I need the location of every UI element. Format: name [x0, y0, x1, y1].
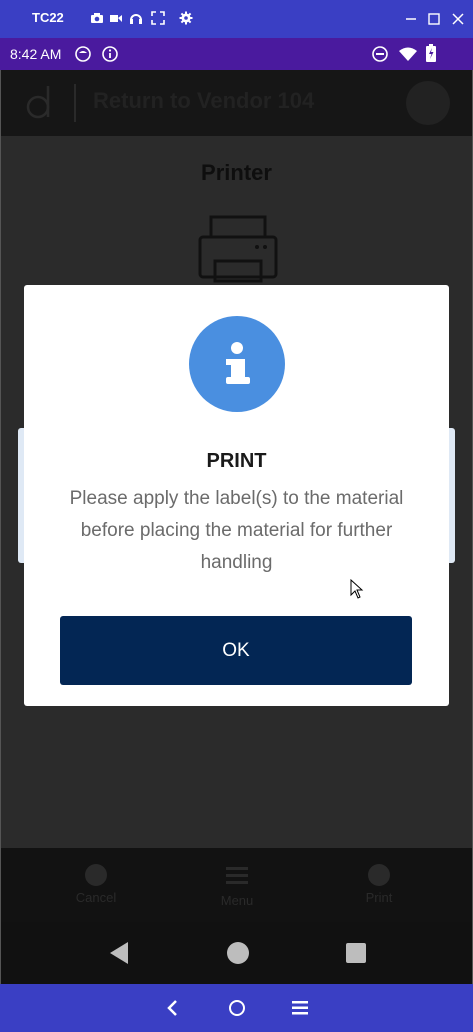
card-edge-right	[449, 428, 455, 563]
maximize-icon[interactable]	[426, 11, 442, 27]
dialog-message: Please apply the label(s) to the materia…	[69, 488, 404, 573]
emulator-title-bar: TC22	[0, 0, 473, 38]
page-title: Return to Vendor 104	[93, 88, 315, 113]
print-dialog: PRINT Please apply the label(s) to the m…	[24, 285, 449, 706]
logo-icon	[25, 84, 55, 125]
bottom-nav: Cancel Menu Print	[1, 848, 472, 922]
app-header: Return to Vendor 104	[1, 70, 472, 136]
header-divider	[74, 84, 76, 122]
status-time: 8:42 AM	[10, 46, 62, 62]
back-chevron-icon[interactable]	[166, 999, 180, 1022]
ok-button[interactable]: OK	[60, 616, 412, 685]
fullscreen-icon[interactable]	[151, 11, 165, 25]
emulator-bottom-bar	[0, 984, 473, 1032]
home-circle-icon[interactable]	[226, 941, 250, 970]
menu-icon[interactable]	[291, 1000, 309, 1021]
dialog-title: PRINT	[206, 450, 267, 472]
close-icon[interactable]	[450, 11, 466, 27]
menu-icon	[226, 866, 248, 887]
print-label: Print	[365, 890, 393, 905]
headphones-icon[interactable]	[129, 11, 143, 25]
printer-icon	[197, 213, 279, 290]
camera-icon[interactable]	[90, 11, 104, 25]
battery-icon	[426, 44, 436, 67]
cancel-label: Cancel	[75, 890, 117, 905]
emulator-title: TC22	[32, 10, 64, 25]
home-circle-icon[interactable]	[228, 999, 246, 1022]
wifi-icon	[398, 46, 418, 67]
video-icon[interactable]	[109, 11, 123, 25]
cancel-button[interactable]: Cancel	[51, 858, 141, 905]
print-button[interactable]: Print	[334, 858, 424, 905]
info-icon	[189, 316, 285, 412]
settings-icon[interactable]	[179, 11, 193, 25]
profile-icon	[75, 46, 91, 67]
info-icon	[102, 46, 118, 67]
printer-heading: Printer	[201, 160, 272, 185]
refresh-icon[interactable]	[406, 81, 450, 125]
minimize-icon[interactable]	[403, 11, 419, 27]
mouse-cursor-icon	[350, 578, 364, 604]
dnd-icon	[372, 46, 388, 67]
menu-button[interactable]: Menu	[192, 858, 282, 908]
status-bar: 8:42 AM	[0, 38, 473, 70]
menu-label: Menu	[220, 893, 254, 908]
back-triangle-icon[interactable]	[108, 941, 130, 970]
recents-square-icon[interactable]	[345, 942, 367, 969]
back-circle-icon	[85, 864, 107, 886]
forward-circle-icon	[368, 864, 390, 886]
android-nav-bar	[1, 922, 472, 984]
